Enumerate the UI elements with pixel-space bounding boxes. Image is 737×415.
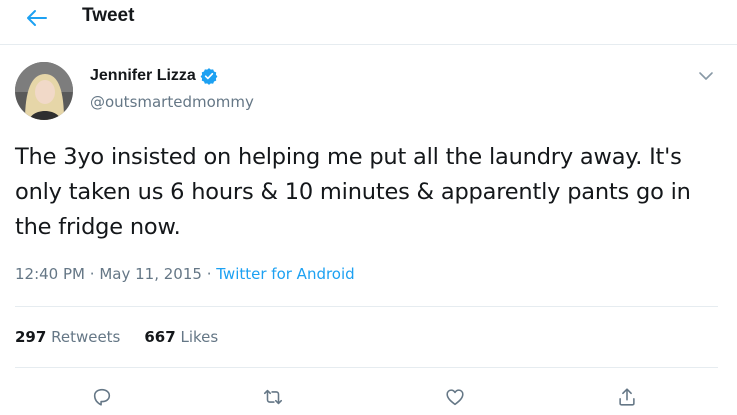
page-title: Tweet [82, 5, 135, 26]
likes-count: 667 [144, 328, 176, 346]
reply-icon [93, 388, 111, 406]
tweet-meta: 12:40 PM · May 11, 2015 · Twitter for An… [15, 265, 355, 283]
verified-badge-icon [200, 68, 218, 85]
retweets-stat[interactable]: 297 Retweets [15, 328, 120, 346]
retweets-count: 297 [15, 328, 47, 346]
tweet-source-link[interactable]: Twitter for Android [216, 265, 354, 283]
tweet-time[interactable]: 12:40 PM [15, 265, 85, 283]
more-options-button[interactable] [697, 68, 717, 86]
chevron-down-icon [699, 72, 713, 80]
tweet-stats: 297 Retweets 667 Likes [15, 328, 218, 346]
likes-stat[interactable]: 667 Likes [144, 328, 218, 346]
avatar-image [15, 62, 73, 120]
reply-button[interactable] [89, 384, 115, 410]
tweet-header: Tweet [0, 0, 737, 45]
share-button[interactable] [614, 384, 640, 410]
like-button[interactable] [442, 384, 468, 410]
tweet-date[interactable]: May 11, 2015 [99, 265, 202, 283]
tweet-actions [0, 384, 737, 414]
back-button[interactable] [22, 4, 52, 32]
avatar[interactable] [15, 62, 73, 120]
retweet-icon [263, 389, 283, 405]
author-display-name[interactable]: Jennifer Lizza [90, 67, 196, 85]
retweets-label: Retweets [51, 328, 121, 346]
meta-separator: · [206, 265, 212, 283]
meta-separator: · [89, 265, 95, 283]
author-handle[interactable]: @outsmartedmommy [90, 93, 254, 111]
author-name-row: Jennifer Lizza [90, 67, 218, 85]
divider [15, 306, 718, 307]
arrow-left-icon [27, 10, 47, 26]
share-icon [619, 388, 635, 406]
retweet-button[interactable] [260, 384, 286, 410]
like-icon [446, 389, 464, 406]
divider [15, 367, 718, 368]
likes-label: Likes [180, 328, 219, 346]
tweet-text: The 3yo insisted on helping me put all t… [15, 144, 691, 240]
